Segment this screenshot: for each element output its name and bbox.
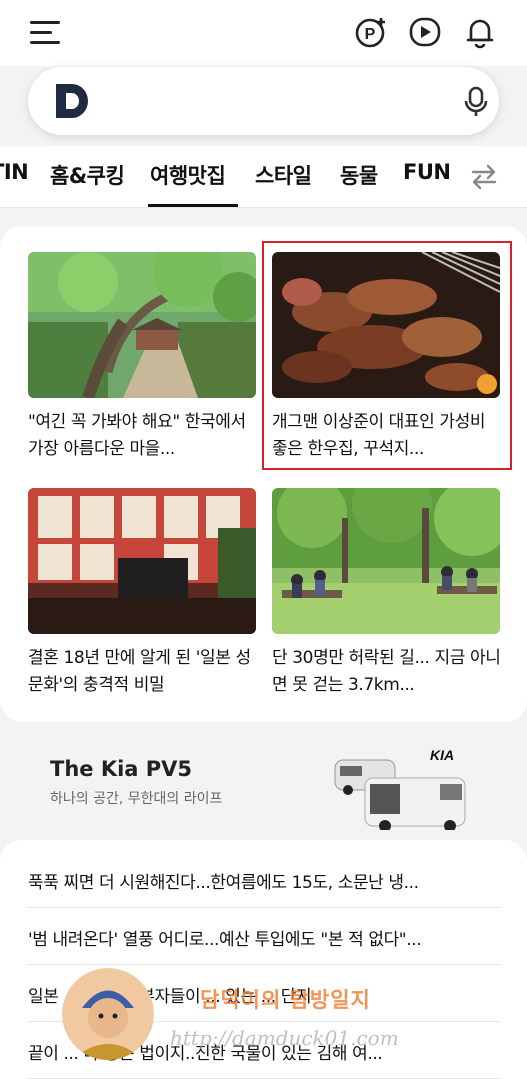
- ad-vans-image[interactable]: KIA: [330, 740, 480, 830]
- ad-title[interactable]: The Kia PV5: [50, 757, 192, 781]
- app-header: P: [0, 0, 527, 66]
- article-thumbnail-forest[interactable]: [272, 488, 500, 634]
- article-grid-card: "여긴 꼭 가봐야 해요" 한국에서 가장 아름다운 마을... 개그맨 이상준…: [0, 226, 527, 722]
- daum-logo[interactable]: [54, 82, 90, 120]
- ad-subtitle: 하나의 공간, 무한대의 라이프: [50, 791, 223, 807]
- search-bar[interactable]: [28, 67, 499, 135]
- microphone-icon[interactable]: [462, 86, 490, 118]
- watermark-text: 담덕이의 탐방일지: [200, 988, 371, 1012]
- tab-travel-food[interactable]: 여행맛집: [150, 160, 226, 190]
- bell-icon[interactable]: [463, 15, 497, 49]
- watermark-avatar: [62, 968, 154, 1060]
- article-caption[interactable]: 결혼 18년 만에 알게 된 '일본 성 문화'의 충격적 비밀: [28, 645, 258, 699]
- news-item[interactable]: 푹푹 찌면 더 시원해진다...한여름에도 15도, 소문난 냉...: [28, 851, 500, 908]
- kia-logo: KIA: [430, 747, 454, 763]
- ad-banner[interactable]: The Kia PV5 하나의 공간, 무한대의 라이프 KIA: [0, 730, 527, 830]
- svg-text:P: P: [365, 26, 376, 43]
- article-thumbnail-museum[interactable]: [28, 488, 256, 634]
- pay-plus-icon[interactable]: P: [354, 15, 388, 49]
- highlighted-article-outline: [262, 241, 512, 470]
- watermark-url: http://damduck01.com: [170, 1026, 399, 1050]
- tab-style[interactable]: 스타일: [255, 160, 312, 190]
- news-item[interactable]: '범 내려온다' 열풍 어디로...예산 투입에도 "본 적 없다"...: [28, 908, 500, 965]
- article-thumbnail-village[interactable]: [28, 252, 256, 398]
- article-caption[interactable]: 단 30명만 허락된 길... 지금 아니면 못 걷는 3.7km...: [272, 645, 502, 699]
- tab-tin[interactable]: TIN: [0, 160, 29, 184]
- play-icon[interactable]: [408, 15, 442, 49]
- swap-arrows-icon[interactable]: [470, 164, 498, 190]
- active-tab-indicator: [148, 204, 238, 207]
- tab-fun[interactable]: FUN: [403, 160, 451, 184]
- hamburger-menu-icon[interactable]: [30, 20, 62, 46]
- article-caption[interactable]: "여긴 꼭 가봐야 해요" 한국에서 가장 아름다운 마을...: [28, 409, 258, 463]
- category-tabs: TIN 홈&쿠킹 여행맛집 스타일 동물 FUN: [0, 146, 527, 208]
- tab-animal[interactable]: 동물: [340, 160, 378, 190]
- tab-home-cooking[interactable]: 홈&쿠킹: [50, 160, 125, 190]
